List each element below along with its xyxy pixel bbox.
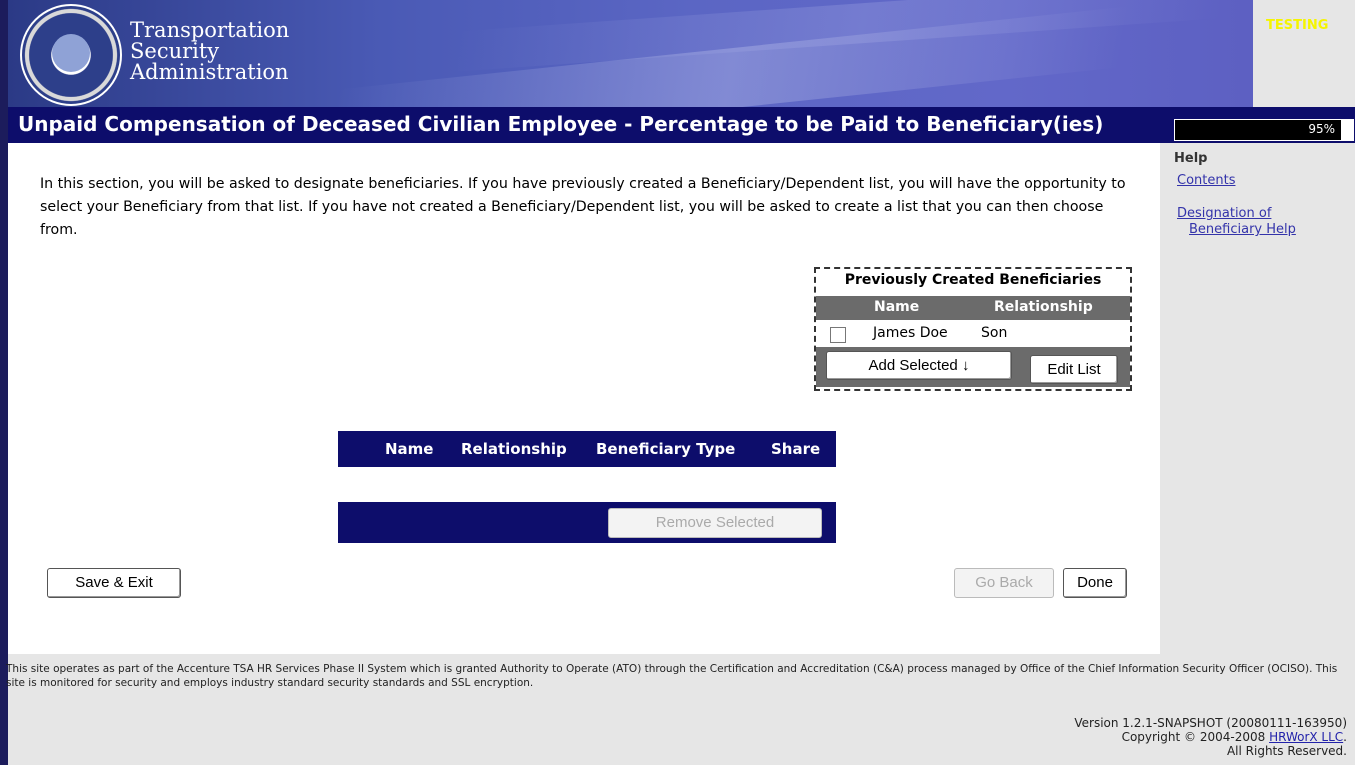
column-header-share: Share <box>771 440 821 458</box>
eagle-icon <box>52 34 90 72</box>
copyright-prefix: Copyright © 2004-2008 <box>1121 730 1270 744</box>
page-title: Unpaid Compensation of Deceased Civilian… <box>18 112 1104 136</box>
designation-help-link[interactable]: Designation of Beneficiary Help <box>1177 206 1296 238</box>
help-contents-link[interactable]: Contents <box>1177 173 1235 188</box>
help-heading: Help <box>1174 151 1208 166</box>
intro-text: In this section, you will be asked to de… <box>40 176 1126 238</box>
designation-help-line2: Beneficiary Help <box>1189 222 1296 237</box>
dhs-seal-icon <box>20 4 122 106</box>
version-info: Version 1.2.1-SNAPSHOT (20080111-163950)… <box>1074 716 1347 758</box>
add-selected-button[interactable]: Add Selected ↓ <box>826 351 1012 380</box>
agency-name: Transportation Security Administration <box>130 20 289 83</box>
save-exit-button[interactable]: Save & Exit <box>47 568 181 598</box>
company-link[interactable]: HRWorX LLC <box>1269 730 1343 744</box>
progress-label: 95% <box>1308 122 1335 136</box>
designation-help-line1: Designation of <box>1177 206 1272 221</box>
beneficiary-name: James Doe <box>873 325 948 341</box>
beneficiary-table: Name Relationship Beneficiary Type Share… <box>338 431 836 543</box>
beneficiary-table-body <box>338 467 836 502</box>
environment-panel-bg <box>1253 0 1355 107</box>
agency-line-3: Administration <box>130 60 289 84</box>
table-row: James Doe Son <box>816 320 1130 347</box>
beneficiary-table-header: Name Relationship Beneficiary Type Share <box>338 431 836 467</box>
column-header-name: Name <box>874 299 920 315</box>
previous-beneficiaries-caption: Previously Created Beneficiaries <box>844 272 1102 288</box>
environment-panel <box>1253 0 1355 107</box>
done-button[interactable]: Done <box>1063 568 1127 598</box>
column-header-relationship: Relationship <box>461 440 567 458</box>
page-title-bar: Unpaid Compensation of Deceased Civilian… <box>8 107 1355 143</box>
previous-beneficiaries-header: Name Relationship <box>816 296 1130 320</box>
environment-badge: TESTING <box>1266 18 1329 33</box>
agency-line-1: Transportation <box>130 18 290 42</box>
header-banner: Transportation Security Administration <box>8 0 1253 107</box>
copyright: Copyright © 2004-2008 HRWorX LLC. <box>1074 730 1347 744</box>
rights-reserved: All Rights Reserved. <box>1226 744 1347 758</box>
select-beneficiary-checkbox[interactable] <box>830 327 846 343</box>
application-window: Transportation Security Administration T… <box>0 0 1355 765</box>
go-back-button[interactable]: Go Back <box>954 568 1054 598</box>
column-header-beneficiary-type: Beneficiary Type <box>596 440 736 458</box>
copyright-suffix: . <box>1343 730 1347 744</box>
progress-bar: 95% <box>1174 119 1354 141</box>
previous-beneficiaries-actions: Add Selected ↓ Edit List <box>816 347 1130 387</box>
previously-created-beneficiaries: Previously Created Beneficiaries Name Re… <box>814 267 1132 391</box>
agency-line-2: Security <box>130 39 220 63</box>
beneficiary-relationship: Son <box>981 325 1008 341</box>
column-header-relationship: Relationship <box>994 299 1093 315</box>
progress-fill <box>1341 120 1353 140</box>
version-string: Version 1.2.1-SNAPSHOT (20080111-163950) <box>1074 716 1347 730</box>
left-border <box>0 0 8 765</box>
beneficiary-table-footer: Remove Selected <box>338 502 836 543</box>
help-sidebar: Help Contents Designation of Beneficiary… <box>1160 143 1355 654</box>
column-header-name: Name <box>385 440 434 458</box>
footer-notice: This site operates as part of the Accent… <box>6 663 1338 689</box>
edit-list-button[interactable]: Edit List <box>1030 355 1118 384</box>
remove-selected-button[interactable]: Remove Selected <box>608 508 822 538</box>
